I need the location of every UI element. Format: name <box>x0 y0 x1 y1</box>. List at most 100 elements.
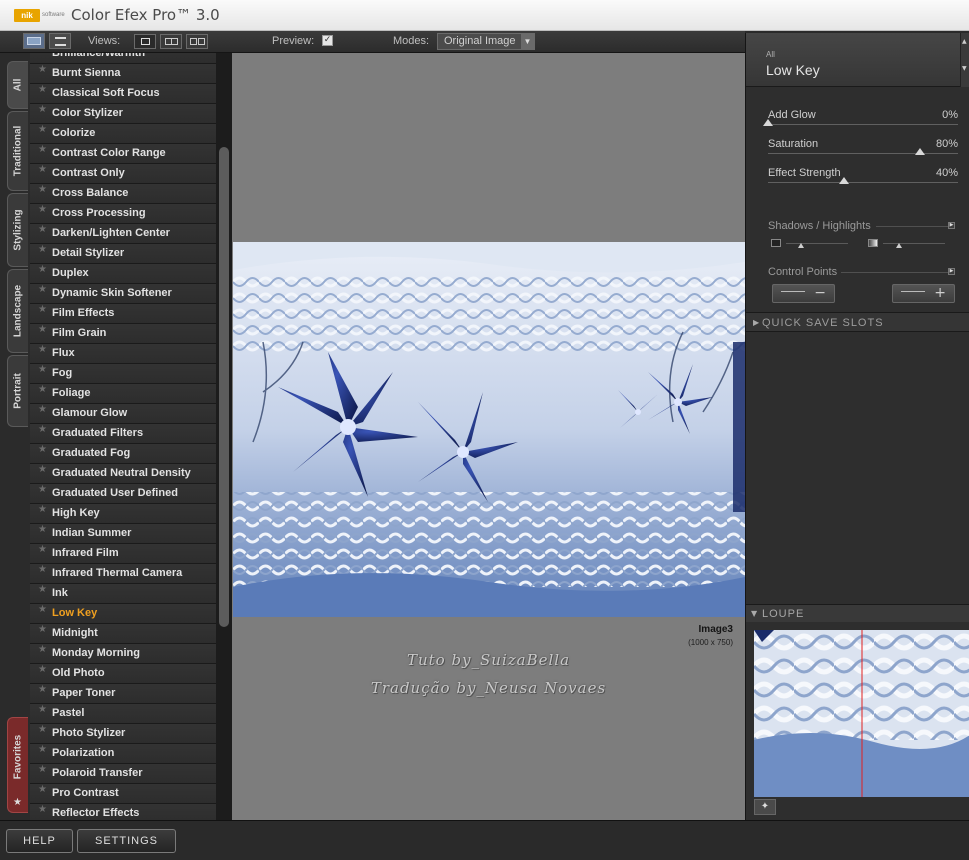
star-icon[interactable]: ★ <box>38 364 47 375</box>
star-icon[interactable]: ★ <box>38 424 47 435</box>
filter-item[interactable]: ★ Graduated User Defined <box>30 484 216 504</box>
filter-item[interactable]: ★ Duplex <box>30 264 216 284</box>
star-icon[interactable]: ★ <box>38 384 47 395</box>
filter-item[interactable]: ★ Graduated Filters <box>30 424 216 444</box>
quick-save-slots-header[interactable]: ▶ QUICK SAVE SLOTS <box>746 312 969 332</box>
filter-item[interactable]: ★ High Key <box>30 504 216 524</box>
filter-item[interactable]: ★ Cross Processing <box>30 204 216 224</box>
preview-image[interactable] <box>233 242 745 617</box>
tab-all[interactable]: All <box>7 61 28 109</box>
star-icon[interactable]: ★ <box>38 544 47 555</box>
filter-item[interactable]: ★ Polarization <box>30 744 216 764</box>
slider-thumb[interactable] <box>763 119 773 126</box>
star-icon[interactable]: ★ <box>38 624 47 635</box>
star-icon[interactable]: ★ <box>38 53 47 55</box>
filter-item[interactable]: ★ Film Effects <box>30 304 216 324</box>
tab-traditional[interactable]: Traditional <box>7 111 28 191</box>
star-icon[interactable]: ★ <box>38 684 47 695</box>
star-icon[interactable]: ★ <box>38 744 47 755</box>
slider-effect-strength[interactable]: Effect Strength 40% <box>768 167 958 195</box>
filter-item[interactable]: ★ Foliage <box>30 384 216 404</box>
shadows-highlights-expand-icon[interactable]: ▶ <box>948 222 955 229</box>
star-icon[interactable]: ★ <box>38 324 47 335</box>
star-icon[interactable]: ★ <box>38 344 47 355</box>
star-icon[interactable]: ★ <box>38 564 47 575</box>
filter-item[interactable]: ★ Detail Stylizer <box>30 244 216 264</box>
star-icon[interactable]: ★ <box>38 664 47 675</box>
slider-track[interactable] <box>768 124 958 125</box>
star-icon[interactable]: ★ <box>38 244 47 255</box>
filter-item[interactable]: ★ Film Grain <box>30 324 216 344</box>
control-points-expand-icon[interactable]: ▶ <box>948 268 955 275</box>
add-control-point-button[interactable]: + <box>892 284 955 303</box>
slider-thumb[interactable] <box>839 177 849 184</box>
filter-item[interactable]: ★ Dynamic Skin Softener <box>30 284 216 304</box>
filter-item[interactable]: ★ Pastel <box>30 704 216 724</box>
filter-item[interactable]: ★ Infrared Thermal Camera <box>30 564 216 584</box>
modes-select[interactable]: Original Image ▼ <box>437 33 535 50</box>
star-icon[interactable]: ★ <box>38 224 47 235</box>
slider-saturation[interactable]: Saturation 80% <box>768 138 958 166</box>
star-icon[interactable]: ★ <box>38 64 47 75</box>
pin-icon[interactable]: ✦ <box>754 799 776 815</box>
tab-stylizing[interactable]: Stylizing <box>7 193 28 267</box>
star-icon[interactable]: ★ <box>38 144 47 155</box>
filter-item[interactable]: ★ Polaroid Transfer <box>30 764 216 784</box>
filter-item[interactable]: ★ Infrared Film <box>30 544 216 564</box>
slider-track[interactable] <box>768 182 958 183</box>
filter-item[interactable]: ★ Brilliance/Warmth <box>30 53 216 64</box>
filter-item[interactable]: ★ Colorize <box>30 124 216 144</box>
preview-checkbox[interactable]: ✓ <box>322 35 333 46</box>
filter-item[interactable]: ★ Fog <box>30 364 216 384</box>
star-icon[interactable]: ★ <box>38 464 47 475</box>
filter-item[interactable]: ★ Glamour Glow <box>30 404 216 424</box>
tab-favorites[interactable]: Favorites ★ <box>7 717 28 813</box>
star-icon[interactable]: ★ <box>38 304 47 315</box>
filter-item[interactable]: ★ Low Key <box>30 604 216 624</box>
loupe-header[interactable]: ▼ LOUPE <box>746 604 969 622</box>
filter-item[interactable]: ★ Midnight <box>30 624 216 644</box>
slider-add-glow[interactable]: Add Glow 0% <box>763 109 958 137</box>
star-icon[interactable]: ★ <box>38 704 47 715</box>
help-button[interactable]: HELP <box>6 829 73 853</box>
star-icon[interactable]: ★ <box>38 604 47 615</box>
single-view-button[interactable] <box>134 34 156 49</box>
filter-item[interactable]: ★ Cross Balance <box>30 184 216 204</box>
panel-scrollbar[interactable]: ▲ ▼ <box>960 33 969 87</box>
settings-button[interactable]: SETTINGS <box>77 829 176 853</box>
filter-item[interactable]: ★ Graduated Fog <box>30 444 216 464</box>
filter-item[interactable]: ★ Monday Morning <box>30 644 216 664</box>
filter-item[interactable]: ★ Color Stylizer <box>30 104 216 124</box>
star-icon[interactable]: ★ <box>38 284 47 295</box>
star-icon[interactable]: ★ <box>38 724 47 735</box>
filter-item[interactable]: ★ Contrast Color Range <box>30 144 216 164</box>
filter-item[interactable]: ★ Paper Toner <box>30 684 216 704</box>
filter-item[interactable]: ★ Old Photo <box>30 664 216 684</box>
star-icon[interactable]: ★ <box>38 804 47 815</box>
star-icon[interactable]: ★ <box>38 124 47 135</box>
filter-item[interactable]: ★ Burnt Sienna <box>30 64 216 84</box>
filter-item[interactable]: ★ Flux <box>30 344 216 364</box>
highlights-slider-thumb[interactable] <box>896 243 902 248</box>
star-icon[interactable]: ★ <box>38 504 47 515</box>
filter-item[interactable]: ★ Ink <box>30 584 216 604</box>
tab-landscape[interactable]: Landscape <box>7 269 28 353</box>
star-icon[interactable]: ★ <box>38 784 47 795</box>
filter-item[interactable]: ★ Pro Contrast <box>30 784 216 804</box>
remove-control-point-button[interactable]: − <box>772 284 835 303</box>
filter-item[interactable]: ★ Classical Soft Focus <box>30 84 216 104</box>
filter-item[interactable]: ★ Indian Summer <box>30 524 216 544</box>
tab-portrait[interactable]: Portrait <box>7 355 28 427</box>
filter-item[interactable]: ★ Contrast Only <box>30 164 216 184</box>
filter-item[interactable]: ★ Darken/Lighten Center <box>30 224 216 244</box>
filter-list-scroll-thumb[interactable] <box>219 147 229 627</box>
star-icon[interactable]: ★ <box>38 164 47 175</box>
star-icon[interactable]: ★ <box>38 104 47 115</box>
star-icon[interactable]: ★ <box>38 204 47 215</box>
slider-track[interactable] <box>768 153 958 154</box>
slider-thumb[interactable] <box>915 148 925 155</box>
star-icon[interactable]: ★ <box>38 584 47 595</box>
thumbnail-view-button[interactable] <box>23 33 45 49</box>
split-view-button[interactable] <box>160 34 182 49</box>
star-icon[interactable]: ★ <box>38 444 47 455</box>
